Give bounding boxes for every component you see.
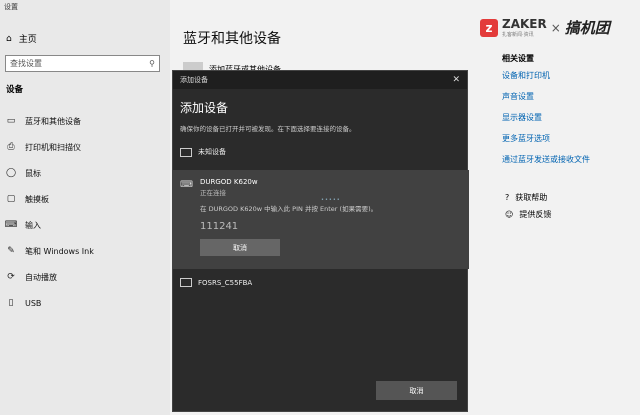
sidebar-item-usb[interactable]: ▯ USB — [0, 290, 170, 316]
help-icon: ? — [505, 193, 510, 202]
sidebar-item-typing[interactable]: ⌨ 输入 — [0, 212, 170, 238]
window-title: 设置 — [4, 3, 18, 11]
feedback-icon: ☺ — [505, 210, 514, 219]
device-status: 正在连接 — [200, 189, 226, 197]
feedback-link[interactable]: ☺ 提供反馈 — [505, 209, 551, 220]
add-device-dialog: 添加设备 ✕ 添加设备 确保你的设备已打开并可被发现。在下面选择要连接的设备。 … — [172, 70, 469, 412]
device-item-fosrs[interactable]: FOSRS_C55FBA — [180, 278, 252, 287]
sidebar-item-label: 自动播放 — [25, 272, 57, 282]
sidebar-item-autoplay[interactable]: ⟳ 自动播放 — [0, 264, 170, 290]
logo-partner: 搞机团 — [564, 19, 610, 37]
keyboard-icon: ⌨ — [4, 220, 18, 230]
sidebar-item-pen[interactable]: ✎ 笔和 Windows Ink — [0, 238, 170, 264]
device-item-selected[interactable]: ⌨ DURGOD K620w 正在连接 ••••• 在 DURGOD K620w… — [173, 170, 469, 269]
device-name: DURGOD K620w — [200, 178, 258, 186]
related-link-devices-printers[interactable]: 设备和打印机 — [502, 70, 590, 81]
pen-icon: ✎ — [7, 246, 15, 256]
zaker-wordmark: ZAKER 扎客新闻·资讯 — [502, 17, 547, 38]
monitor-icon — [180, 278, 192, 287]
device-item-unknown[interactable]: 未知设备 — [180, 147, 226, 157]
search-placeholder: 查找设置 — [10, 59, 42, 68]
home-label: 主页 — [18, 35, 37, 45]
dialog-cancel-button[interactable]: 取消 — [376, 381, 457, 400]
autoplay-icon: ⟳ — [7, 272, 15, 282]
dialog-titlebar: 添加设备 ✕ — [173, 71, 467, 89]
related-link-display[interactable]: 显示器设置 — [502, 112, 590, 123]
help-section: ? 获取帮助 ☺ 提供反馈 — [505, 192, 551, 226]
sidebar-item-bluetooth[interactable]: ▭ 蓝牙和其他设备 — [0, 108, 170, 134]
dialog-titlebar-text: 添加设备 — [180, 76, 208, 84]
mouse-icon: ◯ — [5, 168, 17, 178]
sidebar-item-printers[interactable]: ⎙ 打印机和扫描仪 — [0, 134, 170, 160]
touchpad-icon: ▢ — [6, 194, 16, 204]
sidebar-item-touchpad[interactable]: ▢ 触摸板 — [0, 186, 170, 212]
pin-code: 111241 — [200, 221, 239, 232]
device-name: 未知设备 — [198, 148, 226, 156]
section-title: 设备 — [6, 85, 24, 95]
get-help-label: 获取帮助 — [515, 193, 548, 202]
keyboard-icon: ⌨ — [180, 180, 193, 190]
zaker-logo-icon: z — [480, 18, 498, 37]
sidebar-item-label: 鼠标 — [25, 168, 41, 178]
related-link-send-files[interactable]: 通过蓝牙发送或接收文件 — [502, 154, 590, 165]
logo-brand: ZAKER — [502, 17, 547, 31]
device-name: FOSRS_C55FBA — [198, 278, 253, 287]
dialog-description: 确保你的设备已打开并可被发现。在下面选择要连接的设备。 — [180, 125, 356, 133]
pin-instruction: 在 DURGOD K620w 中输入此 PIN 并按 Enter (如果需要)。 — [200, 205, 378, 213]
related-link-sound[interactable]: 声音设置 — [502, 91, 590, 102]
sidebar-item-label: USB — [25, 298, 42, 308]
sidebar-item-mouse[interactable]: ◯ 鼠标 — [0, 160, 170, 186]
search-icon: ⚲ — [149, 59, 155, 68]
logo-separator: × — [550, 20, 561, 35]
sidebar: 设置 ⌂ 主页 查找设置 ⚲ 设备 ▭ 蓝牙和其他设备 ⎙ 打印机和扫描仪 ◯ … — [0, 0, 170, 415]
related-settings: 相关设置 设备和打印机 声音设置 显示器设置 更多蓝牙选项 通过蓝牙发送或接收文… — [502, 53, 590, 175]
watermark-logo: z ZAKER 扎客新闻·资讯 × 搞机团 — [480, 17, 610, 38]
sidebar-item-label: 打印机和扫描仪 — [25, 142, 81, 152]
printer-icon: ⎙ — [7, 142, 15, 152]
sidebar-item-label: 蓝牙和其他设备 — [25, 116, 81, 126]
sidebar-nav: ▭ 蓝牙和其他设备 ⎙ 打印机和扫描仪 ◯ 鼠标 ▢ 触摸板 ⌨ 输入 ✎ 笔和… — [0, 108, 170, 316]
related-link-bluetooth-options[interactable]: 更多蓝牙选项 — [502, 133, 590, 144]
monitor-icon — [180, 147, 192, 157]
feedback-label: 提供反馈 — [519, 210, 552, 219]
logo-sub: 扎客新闻·资讯 — [502, 32, 534, 38]
home-icon: ⌂ — [6, 33, 12, 44]
sidebar-item-label: 笔和 Windows Ink — [25, 246, 94, 256]
related-heading: 相关设置 — [502, 54, 534, 63]
search-input[interactable]: 查找设置 ⚲ — [5, 55, 160, 72]
sidebar-item-label: 输入 — [25, 220, 41, 230]
close-icon[interactable]: ✕ — [452, 75, 460, 85]
sidebar-item-label: 触摸板 — [25, 194, 49, 204]
dialog-heading: 添加设备 — [180, 101, 229, 115]
device-cancel-button[interactable]: 取消 — [200, 239, 280, 256]
page-title: 蓝牙和其他设备 — [183, 31, 281, 47]
bluetooth-devices-icon: ▭ — [6, 116, 16, 126]
home-nav[interactable]: ⌂ 主页 — [6, 32, 37, 46]
get-help-link[interactable]: ? 获取帮助 — [505, 192, 551, 203]
usb-icon: ▯ — [8, 298, 14, 308]
